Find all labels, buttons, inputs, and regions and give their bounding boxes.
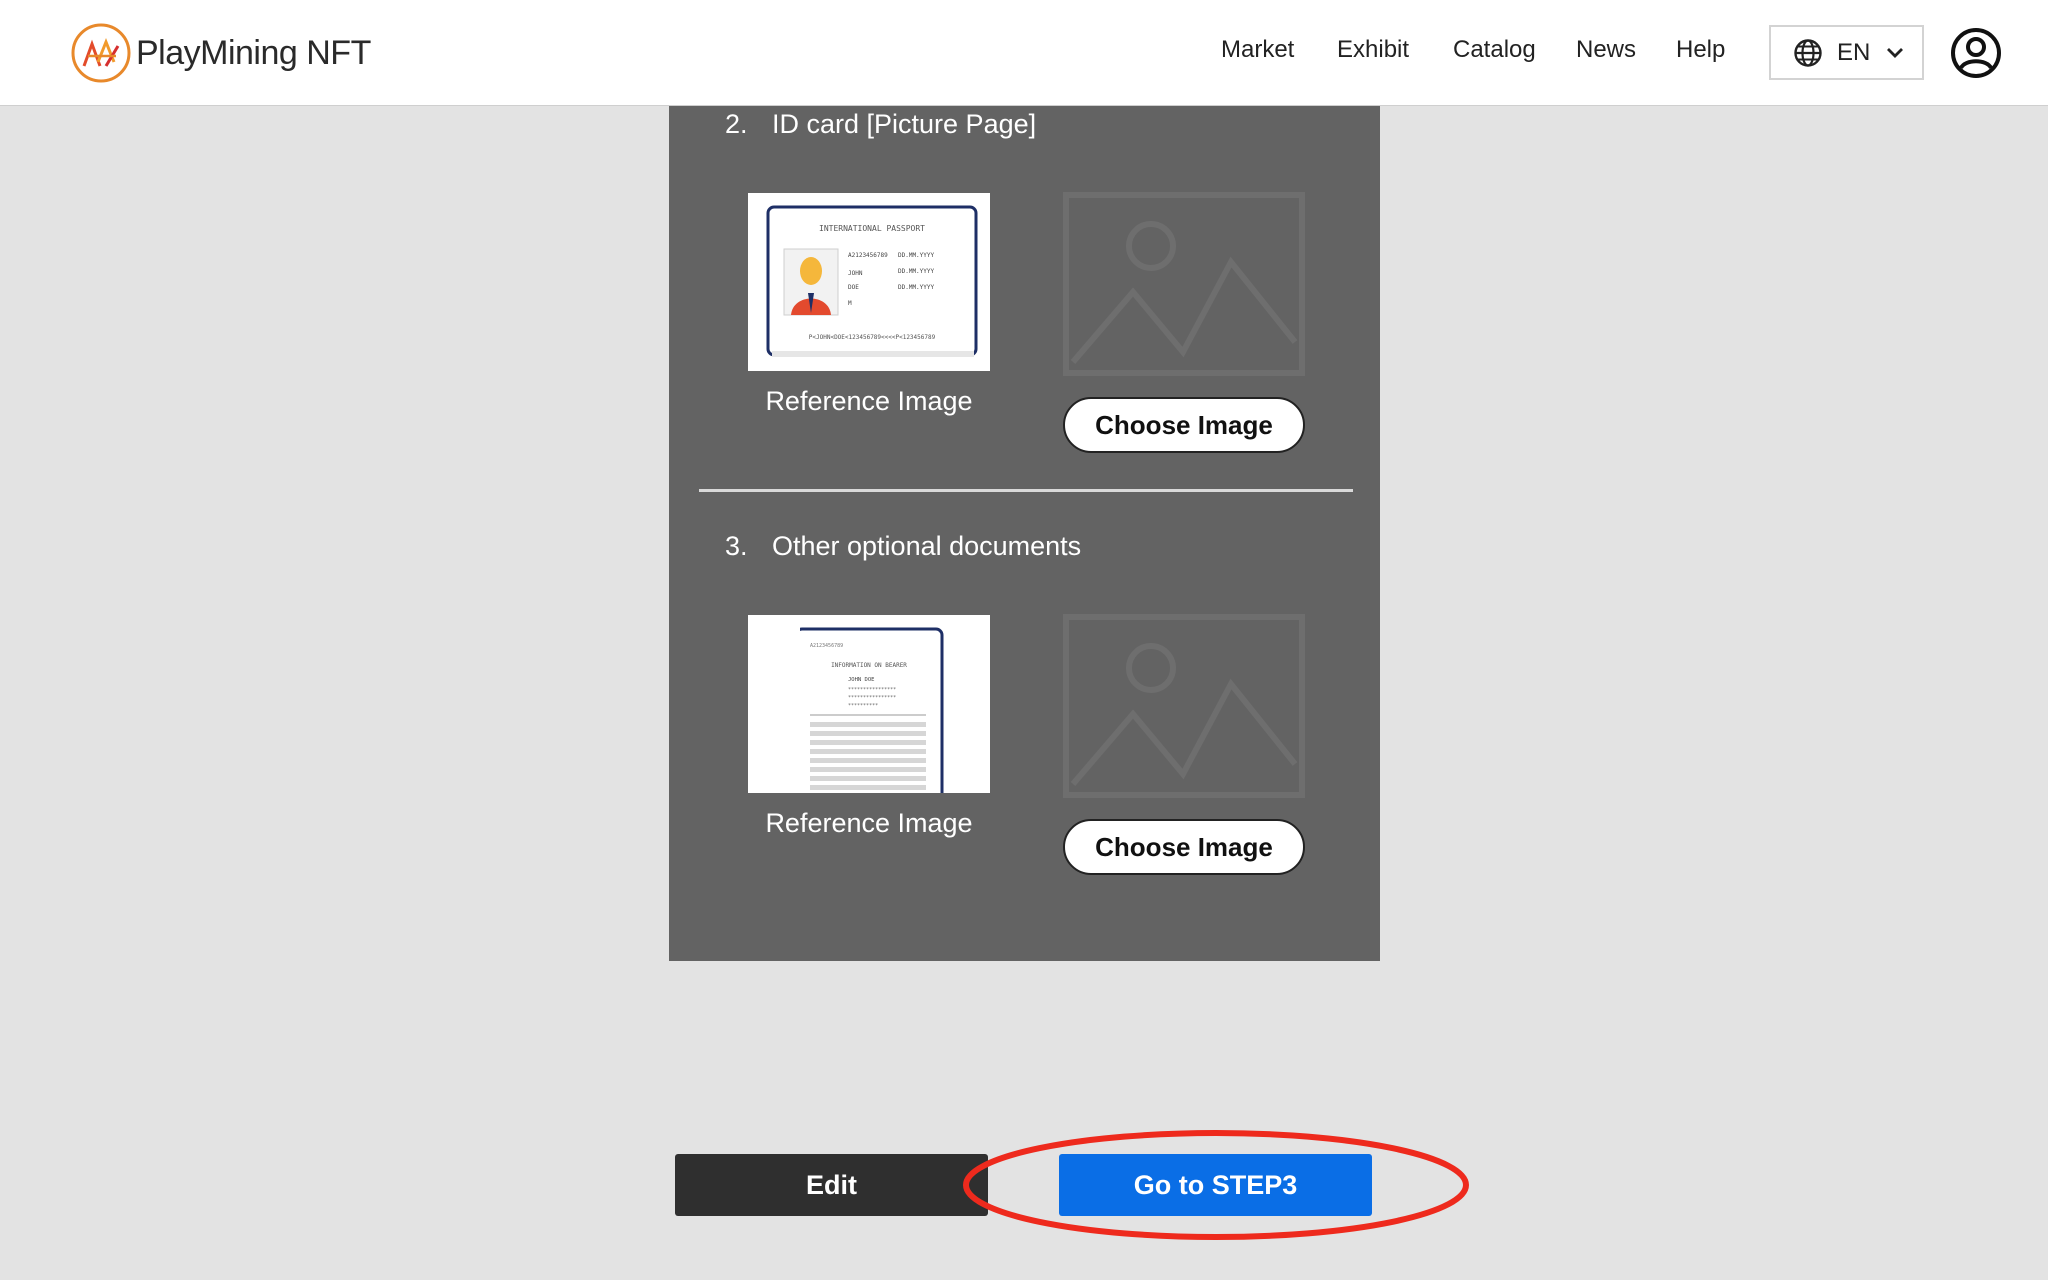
svg-text:A2123456789: A2123456789 bbox=[848, 252, 888, 259]
user-account-icon[interactable] bbox=[1950, 27, 2002, 79]
svg-text:DOE: DOE bbox=[848, 284, 859, 291]
nav-exhibit[interactable]: Exhibit bbox=[1337, 36, 1409, 64]
brand-logo[interactable]: PlayMining NFT bbox=[70, 21, 371, 85]
document-upload-panel: 2. ID card [Picture Page] INTERNATIONAL … bbox=[669, 106, 1380, 961]
section-divider bbox=[699, 489, 1353, 492]
svg-text:**********: ********** bbox=[848, 703, 878, 709]
passport-reference-image: INTERNATIONAL PASSPORT A2123456789 JOHN … bbox=[748, 193, 990, 371]
logo-mark-icon bbox=[71, 23, 131, 83]
reference-image-label: Reference Image bbox=[765, 808, 973, 838]
globe-icon bbox=[1794, 38, 1822, 67]
svg-text:****************: **************** bbox=[848, 695, 896, 701]
svg-text:JOHN: JOHN bbox=[848, 270, 863, 277]
nav-market[interactable]: Market bbox=[1221, 36, 1294, 64]
svg-text:DD.MM.YYYY: DD.MM.YYYY bbox=[898, 252, 935, 259]
svg-text:INFORMATION ON BEARER: INFORMATION ON BEARER bbox=[831, 662, 907, 669]
svg-text:DD.MM.YYYY: DD.MM.YYYY bbox=[898, 268, 935, 275]
svg-text:A2123456789: A2123456789 bbox=[810, 643, 843, 649]
image-placeholder-icon[interactable] bbox=[1063, 614, 1305, 798]
svg-text:INTERNATIONAL PASSPORT: INTERNATIONAL PASSPORT bbox=[819, 224, 925, 233]
language-label: EN bbox=[1837, 38, 1871, 66]
nav-help[interactable]: Help bbox=[1676, 36, 1725, 64]
svg-text:****************: **************** bbox=[848, 687, 896, 693]
nav-news[interactable]: News bbox=[1576, 36, 1636, 64]
svg-text:JOHN DOE: JOHN DOE bbox=[848, 677, 875, 683]
section-number: 2. bbox=[725, 109, 748, 139]
edit-button[interactable]: Edit bbox=[675, 1154, 988, 1216]
chevron-down-icon bbox=[1887, 47, 1904, 58]
svg-text:M: M bbox=[848, 300, 852, 307]
image-placeholder-icon[interactable] bbox=[1063, 192, 1305, 376]
svg-text:DD.MM.YYYY: DD.MM.YYYY bbox=[898, 284, 935, 291]
section-title: ID card [Picture Page] bbox=[772, 109, 1037, 139]
go-to-step3-button[interactable]: Go to STEP3 bbox=[1059, 1154, 1372, 1216]
document-reference-image: A2123456789 INFORMATION ON BEARER JOHN D… bbox=[748, 615, 990, 793]
reference-image-label: Reference Image bbox=[765, 386, 973, 416]
nav-catalog[interactable]: Catalog bbox=[1453, 36, 1536, 64]
choose-image-button[interactable]: Choose Image bbox=[1063, 819, 1305, 875]
top-header: PlayMining NFT Market Exhibit Catalog Ne… bbox=[0, 0, 2048, 106]
language-selector[interactable]: EN bbox=[1769, 25, 1924, 80]
section-number: 3. bbox=[725, 531, 748, 561]
section-title: Other optional documents bbox=[772, 531, 1082, 561]
choose-image-button[interactable]: Choose Image bbox=[1063, 397, 1305, 453]
svg-text:P<JOHN<DOE<123456789<<<<P<1234: P<JOHN<DOE<123456789<<<<P<123456789 bbox=[809, 334, 936, 341]
brand-name: PlayMining NFT bbox=[136, 33, 371, 72]
